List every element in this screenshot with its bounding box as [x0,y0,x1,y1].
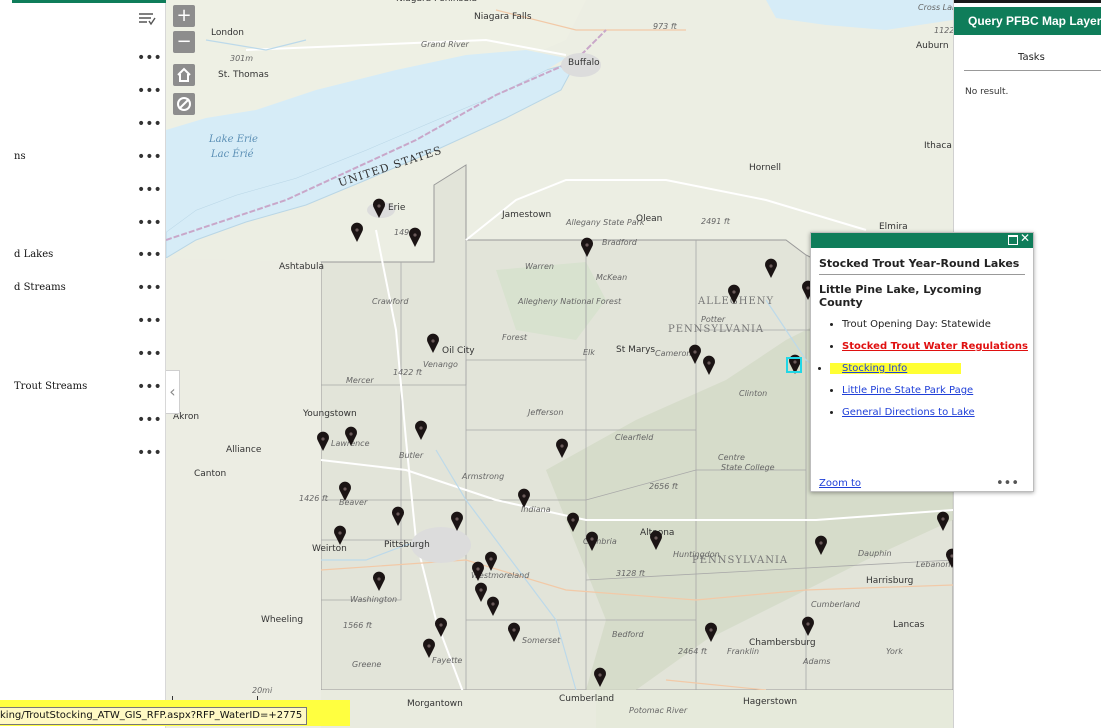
stocking-pin-icon[interactable] [556,438,568,458]
stocking-pin-icon[interactable] [351,222,363,242]
layer-more-icon[interactable]: ••• [137,149,162,165]
stocking-pin-icon[interactable] [518,488,530,508]
layer-list-panel: ••• ••• ••• ns ••• ••• ••• d Lakes ••• d Streams •… [0,0,166,728]
stocking-pin-icon[interactable] [472,561,484,581]
zoom-to-link[interactable]: Zoom to [819,478,861,489]
tab-underline [964,70,1101,71]
regulations-link[interactable]: Stocked Trout Water Regulations [842,341,1028,352]
tab-tasks[interactable]: Tasks [1018,52,1045,63]
layer-more-icon[interactable]: ••• [137,247,162,263]
layer-name: d Streams [14,282,66,293]
status-bar-highlight: king/TroutStocking_ATW_GIS_RFP.aspx?RFP_… [0,700,350,726]
stocking-pin-icon[interactable] [705,622,717,642]
layer-more-icon[interactable]: ••• [137,280,162,296]
stocking-pin-icon[interactable] [815,535,828,555]
layer-row[interactable]: d Streams ••• [12,280,166,300]
panel-top-accent [12,0,166,3]
layer-row[interactable]: ••• [12,445,166,465]
layer-more-icon[interactable]: ••• [137,215,162,231]
query-result-text: No result. [965,87,1009,97]
stocking-pin-icon[interactable] [345,426,357,446]
popup-item-directions: General Directions to Lake [842,407,1033,418]
stocking-pin-icon[interactable] [946,548,953,568]
popup-header: ✕ [811,231,1033,248]
stocking-pin-icon[interactable] [802,616,814,636]
popup-item-regulations: Stocked Trout Water Regulations [842,341,1033,352]
stocking-pin-icon[interactable] [508,622,520,642]
stocking-pin-icon[interactable] [373,198,385,218]
stocking-pin-icon[interactable] [650,530,662,550]
stocking-pin-icon[interactable] [581,237,593,257]
maximize-icon[interactable] [1008,235,1018,245]
stocking-pin-icon[interactable] [339,481,351,501]
popup-footer: Zoom to ••• [819,476,1025,491]
layer-row[interactable]: ••• [12,313,166,333]
stocking-info-link[interactable]: Stocking Info [842,363,907,374]
stocking-pin-icon[interactable] [317,431,329,451]
popup-item-list: Trout Opening Day: Statewide Stocked Tro… [811,319,1033,418]
stocking-pin-icon[interactable] [703,355,715,375]
layer-more-icon[interactable]: ••• [137,116,162,132]
stocking-pin-icon[interactable] [937,511,949,531]
layer-row[interactable]: ns ••• [12,149,166,169]
selected-feature-highlight [786,357,802,373]
stocking-pin-icon[interactable] [451,511,463,531]
stocking-pin-icon[interactable] [586,531,598,551]
feature-popup: ✕ Stocked Trout Year-Round Lakes Little … [810,231,1034,492]
layer-name: Trout Streams [14,381,88,392]
layer-more-icon[interactable]: ••• [137,346,162,362]
stocking-pin-icon[interactable] [487,596,500,616]
status-bar-url: king/TroutStocking_ATW_GIS_RFP.aspx?RFP_… [0,707,308,725]
layer-row[interactable]: ••• [12,182,166,202]
layer-more-icon[interactable]: ••• [137,182,162,198]
popup-item-state-park: Little Pine State Park Page [842,385,1033,396]
stocking-pin-icon[interactable] [567,512,579,532]
query-panel-title: Query PFBC Map Layers [968,14,1101,28]
layer-row[interactable]: Trout Streams ••• [12,379,166,399]
layer-row[interactable]: ••• [12,83,166,103]
layer-row[interactable]: ••• [12,346,166,366]
stocking-pin-icon[interactable] [423,638,435,658]
stocking-pin-icon[interactable] [689,344,701,364]
stocking-pin-icon[interactable] [765,258,777,278]
popup-item-stocking-info: Stocking Info [830,363,961,374]
layer-more-icon[interactable]: ••• [137,379,162,395]
stocking-pin-icon[interactable] [415,420,427,440]
popup-item-opening-day: Trout Opening Day: Statewide [842,319,1033,330]
stocking-pin-icon[interactable] [409,227,421,247]
popup-more-icon[interactable]: ••• [996,476,1019,491]
layer-more-icon[interactable]: ••• [137,83,162,99]
close-icon[interactable]: ✕ [1020,231,1030,245]
popup-subtitle: Little Pine Lake, Lycoming County [819,283,982,309]
layer-more-icon[interactable]: ••• [137,412,162,428]
layer-row[interactable]: d Lakes ••• [12,247,166,267]
stocking-pin-icon[interactable] [392,506,404,526]
stocking-pin-icon[interactable] [728,284,740,304]
stocking-pin-icon[interactable] [427,333,439,353]
layer-name: ns [14,151,26,162]
popup-title: Stocked Trout Year-Round Lakes [819,257,1025,275]
state-park-link[interactable]: Little Pine State Park Page [842,385,973,396]
layer-row[interactable]: ••• [12,50,166,70]
collapse-panel-button[interactable]: ‹ [166,370,180,414]
filter-list-icon[interactable] [138,10,156,28]
stocking-pin-icon[interactable] [373,571,385,591]
stocking-pin-icon[interactable] [435,617,447,637]
layer-more-icon[interactable]: ••• [137,445,162,461]
layer-name: d Lakes [14,249,54,260]
layer-row[interactable]: ••• [12,116,166,136]
stocking-pin-icon[interactable] [334,525,346,545]
layer-row[interactable]: ••• [12,215,166,235]
layer-row[interactable]: ••• [12,412,166,432]
stocking-pin-icon[interactable] [594,667,606,687]
directions-link[interactable]: General Directions to Lake [842,407,975,418]
layer-more-icon[interactable]: ••• [137,313,162,329]
panel-top-bar [954,0,1101,3]
stocking-pin-icon[interactable] [475,582,487,602]
stocking-pin-icon[interactable] [484,551,498,571]
layer-more-icon[interactable]: ••• [137,50,162,66]
